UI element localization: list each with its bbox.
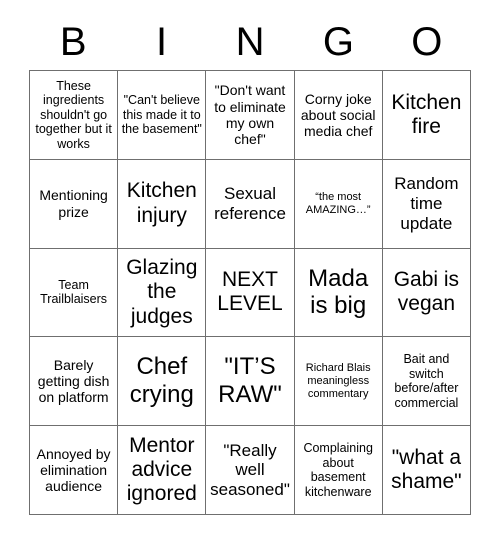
bingo-cell-label: Sexual reference: [214, 183, 286, 223]
header-letter-i: I: [156, 20, 168, 64]
bingo-cell[interactable]: Barely getting dish on platform: [30, 337, 119, 427]
bingo-cell-label: Glazing the judges: [126, 255, 198, 328]
bingo-cell-label: Gabi is vegan: [393, 268, 460, 316]
bingo-cell[interactable]: Gabi is vegan: [382, 248, 471, 338]
bingo-cell-label: Richard Blais meaningless commentary: [305, 362, 371, 400]
bingo-cell-label: NEXT LEVEL: [217, 268, 283, 316]
bingo-cell-label: "what a shame": [391, 445, 462, 494]
bingo-cell[interactable]: NEXT LEVEL: [206, 248, 295, 338]
bingo-cell[interactable]: Bait and switch before/after commercial: [382, 337, 471, 427]
bingo-cell-label: Kitchen fire: [391, 90, 462, 138]
header-letter-g: G: [322, 20, 354, 64]
bingo-cell-label: Random time update: [394, 174, 459, 233]
bingo-cell-label: Kitchen injury: [126, 179, 197, 227]
bingo-cell[interactable]: Chef crying: [118, 337, 207, 427]
bingo-cell[interactable]: Kitchen fire: [382, 71, 471, 160]
bingo-cell[interactable]: Complaining about basement kitchenware: [294, 426, 383, 515]
bingo-cell[interactable]: "Can't believe this made it to the basem…: [118, 71, 207, 160]
bingo-cell[interactable]: Sexual reference: [206, 159, 295, 249]
bingo-cell-label: Mentioning prize: [39, 187, 108, 220]
bingo-cell-label: Chef crying: [129, 353, 194, 409]
bingo-cell-label: "Can't believe this made it to the basem…: [121, 93, 202, 137]
bingo-cell-label: “the most AMAZING…”: [305, 190, 371, 216]
bingo-cell[interactable]: Mentioning prize: [30, 159, 119, 249]
bingo-cell-label: "Don't want to eliminate my own chef": [214, 82, 286, 148]
bingo-header: B I N G O: [29, 14, 471, 70]
bingo-cell-label: Complaining about basement kitchenware: [303, 441, 373, 499]
bingo-cell[interactable]: "Really well seasoned": [206, 426, 295, 515]
bingo-cell[interactable]: Corny joke about social media chef: [294, 71, 383, 160]
bingo-cell-label: "IT’S RAW": [218, 353, 282, 409]
bingo-cell[interactable]: These ingredients shouldn't go together …: [30, 71, 119, 160]
header-letter-b: B: [59, 20, 87, 64]
bingo-cell[interactable]: Random time update: [382, 159, 471, 249]
bingo-cell-label: Annoyed by elimination audience: [36, 445, 111, 495]
bingo-cell-label: These ingredients shouldn't go together …: [35, 78, 112, 151]
bingo-cell[interactable]: "Don't want to eliminate my own chef": [206, 71, 295, 160]
header-letter-n: N: [235, 20, 265, 64]
bingo-cell[interactable]: Mada is big: [294, 248, 383, 338]
bingo-cell[interactable]: Richard Blais meaningless commentary: [294, 337, 383, 427]
bingo-cell[interactable]: “the most AMAZING…”: [294, 159, 383, 249]
bingo-cell-label: Corny joke about social media chef: [300, 90, 376, 140]
bingo-cell-label: Team Trailblaisers: [40, 277, 108, 307]
bingo-cell[interactable]: Annoyed by elimination audience: [30, 426, 119, 515]
bingo-card: B I N G O These ingredients shouldn't go…: [0, 0, 500, 544]
bingo-cell-label: Mada is big: [308, 264, 369, 320]
bingo-cell[interactable]: Mentor advice ignored: [118, 426, 207, 515]
bingo-grid: These ingredients shouldn't go together …: [29, 70, 471, 515]
bingo-cell-label: Mentor advice ignored: [126, 433, 197, 506]
bingo-cell-label: Bait and switch before/after commercial: [394, 352, 459, 410]
header-letter-o: O: [411, 20, 443, 64]
bingo-cell-label: Barely getting dish on platform: [37, 356, 110, 406]
bingo-cell[interactable]: Team Trailblaisers: [30, 248, 119, 338]
bingo-cell-label: "Really well seasoned": [210, 440, 290, 499]
bingo-cell[interactable]: "IT’S RAW": [206, 337, 295, 427]
bingo-cell[interactable]: Kitchen injury: [118, 159, 207, 249]
bingo-cell[interactable]: "what a shame": [382, 426, 471, 515]
bingo-cell[interactable]: Glazing the judges: [118, 248, 207, 338]
